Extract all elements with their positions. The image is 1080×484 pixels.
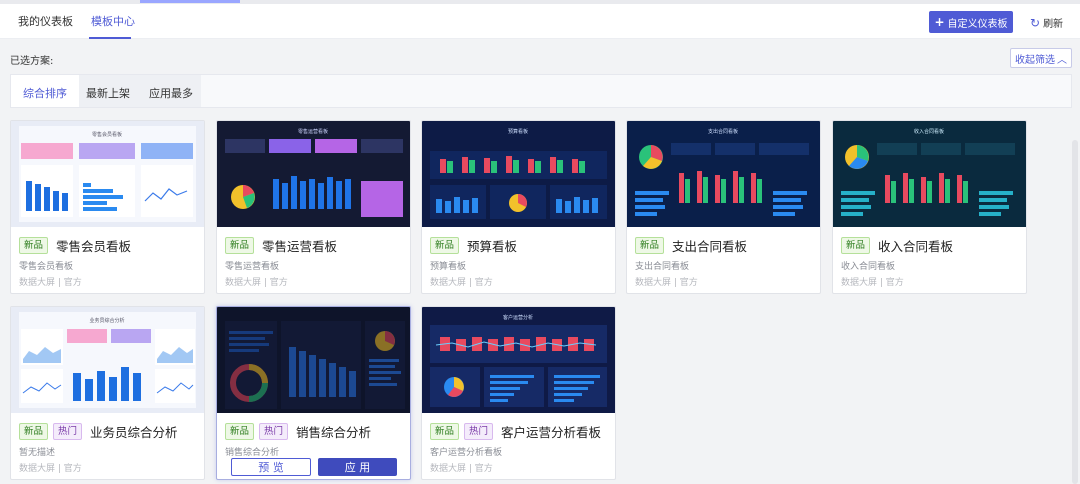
header-bar: 我的仪表板 模板中心 + 自定义仪表板 ↻ 刷新 — [0, 4, 1080, 39]
hot-badge: 热门 — [259, 422, 289, 440]
template-card[interactable]: 零售会员看板 新品 零售会员看板 零售会员看板 数据大屏 | 官方 — [10, 120, 205, 294]
thumb-title: 业务员综合分析 — [89, 317, 124, 324]
new-badge: 新品 — [225, 422, 255, 440]
custom-dashboard-label: 自定义仪表板 — [947, 18, 1008, 30]
thumb-title: 支出合同看板 — [708, 128, 738, 135]
hot-badge: 热门 — [464, 422, 494, 440]
refresh-button[interactable]: ↻ 刷新 — [1030, 15, 1064, 31]
template-thumbnail: 业务员综合分析 — [11, 307, 204, 413]
tag-row: 新品 热门 客户运营分析看板 — [430, 422, 601, 440]
new-badge: 新品 — [430, 236, 460, 254]
sort-option-most-used[interactable]: 应用最多 — [149, 85, 193, 101]
template-thumbnail — [217, 307, 410, 413]
template-card[interactable]: 预算看板 新品 预算看板 预算看板 数据大屏 | 官方 — [421, 120, 616, 294]
template-card[interactable]: 零售运营看板 新品 零售运营看板 零售运营看板 数据大屏 | 官方 — [216, 120, 411, 294]
new-badge: 新品 — [841, 236, 871, 254]
thumb-title: 客户运营分析 — [503, 314, 533, 321]
card-description: 客户运营分析看板 — [430, 448, 503, 458]
tab-active-underline — [89, 37, 131, 39]
card-description: 零售运营看板 — [225, 262, 280, 272]
card-meta: 数据大屏 | 官方 — [225, 278, 288, 288]
new-badge: 新品 — [225, 236, 255, 254]
sort-bar: 综合排序 最新上架 应用最多 — [10, 74, 1072, 108]
template-thumbnail: 支出合同看板 — [627, 121, 820, 227]
template-card[interactable]: 客户运营分析 新品 热门 客户运营分析看板 客户运营分析看板 数据大屏 | 官方 — [421, 306, 616, 480]
thumb-title: 零售会员看板 — [92, 131, 122, 138]
card-title: 零售会员看板 — [56, 238, 132, 254]
card-title: 客户运营分析看板 — [501, 424, 602, 440]
sort-option-newest[interactable]: 最新上架 — [86, 85, 130, 101]
hot-badge: 热门 — [53, 422, 83, 440]
template-card[interactable]: 支出合同看板 新品 支出合同看板 支出合同看板 数据大屏 | 官方 — [626, 120, 821, 294]
tab-my-dashboards[interactable]: 我的仪表板 — [18, 13, 73, 29]
new-badge: 新品 — [19, 236, 49, 254]
collapse-filter-button[interactable]: 收起筛选 ︿ — [1010, 48, 1072, 68]
tag-row: 新品 热门 业务员综合分析 — [19, 422, 178, 440]
tag-row: 新品 零售会员看板 — [19, 236, 131, 254]
template-thumbnail: 客户运营分析 — [422, 307, 615, 413]
tag-row: 新品 热门 销售综合分析 — [225, 422, 371, 440]
vertical-scrollbar[interactable] — [1072, 140, 1078, 484]
new-badge: 新品 — [635, 236, 665, 254]
card-description: 暂无描述 — [19, 448, 56, 458]
sort-option-comprehensive[interactable]: 综合排序 — [23, 85, 67, 101]
card-meta: 数据大屏 | 官方 — [635, 278, 698, 288]
refresh-label: 刷新 — [1043, 19, 1064, 30]
tag-row: 新品 零售运营看板 — [225, 236, 337, 254]
template-thumbnail: 零售运营看板 — [217, 121, 410, 227]
preview-button[interactable]: 预 览 — [231, 458, 311, 476]
thumb-title: 零售运营看板 — [298, 128, 328, 135]
template-card[interactable]: 业务员综合分析 新品 热门 业务员综合分析 暂无描述 数据大屏 | 官方 — [10, 306, 205, 480]
tag-row: 新品 预算看板 — [430, 236, 517, 254]
custom-dashboard-button[interactable]: + 自定义仪表板 — [929, 11, 1013, 33]
card-title: 销售综合分析 — [296, 424, 372, 440]
top-strip-indicator — [140, 0, 240, 3]
card-meta: 数据大屏 | 官方 — [19, 464, 82, 474]
card-description: 支出合同看板 — [635, 262, 690, 272]
card-description: 预算看板 — [430, 262, 467, 272]
thumb-title: 收入合同看板 — [914, 128, 944, 135]
selected-scheme-label: 已选方案: — [10, 56, 54, 67]
refresh-icon: ↻ — [1030, 15, 1041, 30]
collapse-filter-label: 收起筛选 — [1015, 54, 1055, 66]
card-description: 销售综合分析 — [225, 448, 280, 458]
new-badge: 新品 — [19, 422, 49, 440]
card-meta: 数据大屏 | 官方 — [430, 278, 493, 288]
thumb-title: 预算看板 — [508, 128, 528, 135]
template-thumbnail: 预算看板 — [422, 121, 615, 227]
new-badge: 新品 — [430, 422, 460, 440]
template-thumbnail: 收入合同看板 — [833, 121, 1026, 227]
card-meta: 数据大屏 | 官方 — [19, 278, 82, 288]
template-thumbnail: 零售会员看板 — [11, 121, 204, 227]
apply-button[interactable]: 应 用 — [318, 458, 397, 476]
card-title: 业务员综合分析 — [90, 424, 178, 440]
card-title: 预算看板 — [467, 238, 518, 254]
template-card[interactable]: 新品 热门 销售综合分析 销售综合分析 预 览 应 用 — [216, 306, 411, 480]
card-meta: 数据大屏 | 官方 — [430, 464, 493, 474]
chevron-up-icon: ︿ — [1057, 54, 1067, 66]
plus-icon: + — [934, 15, 945, 29]
tag-row: 新品 支出合同看板 — [635, 236, 747, 254]
template-card[interactable]: 收入合同看板 新品 收入合同看板 收入合同看板 数据大屏 | 官方 — [832, 120, 1027, 294]
card-description: 收入合同看板 — [841, 262, 896, 272]
card-title: 支出合同看板 — [672, 238, 748, 254]
tag-row: 新品 收入合同看板 — [841, 236, 953, 254]
card-title: 收入合同看板 — [878, 238, 954, 254]
card-title: 零售运营看板 — [262, 238, 338, 254]
card-meta: 数据大屏 | 官方 — [841, 278, 904, 288]
tab-template-center[interactable]: 模板中心 — [91, 13, 135, 29]
card-description: 零售会员看板 — [19, 262, 74, 272]
